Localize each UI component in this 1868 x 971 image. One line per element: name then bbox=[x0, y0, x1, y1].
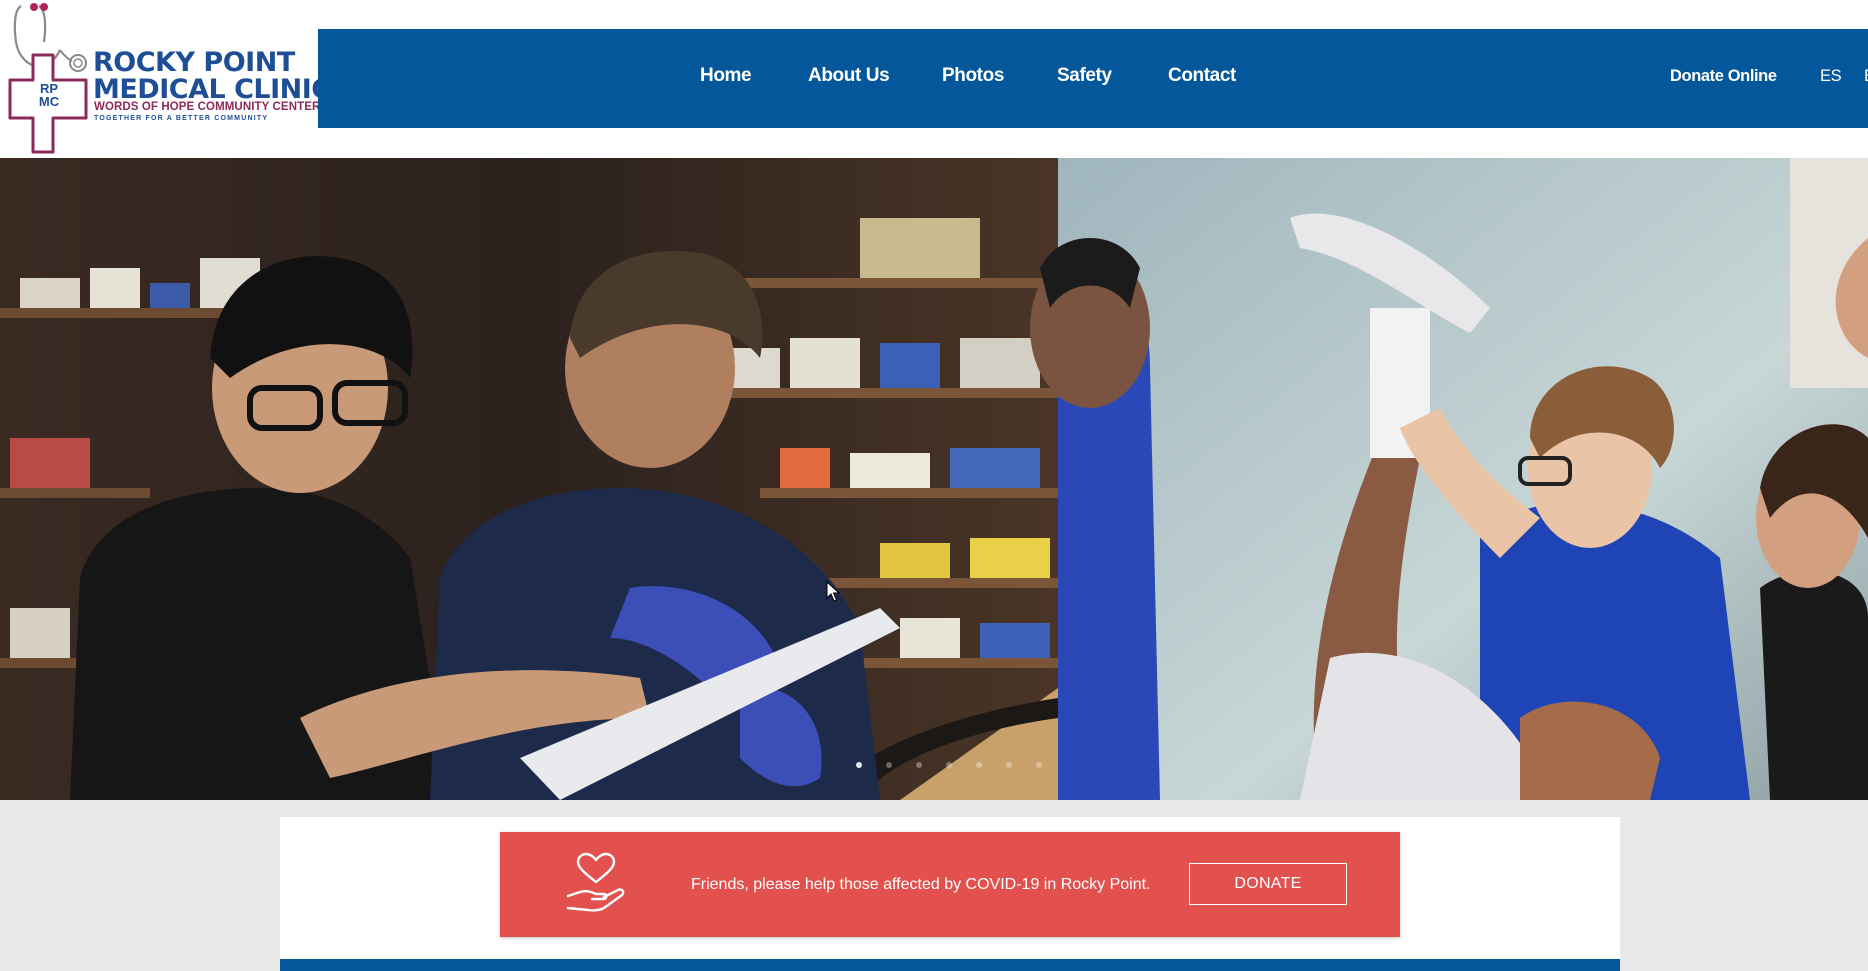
hero-photos bbox=[0, 158, 1868, 800]
logo-title-line1: ROCKY POINT bbox=[93, 47, 295, 78]
logo-monogram: RP MC bbox=[26, 82, 72, 108]
slider-dot-5[interactable] bbox=[976, 762, 982, 768]
main-navigation: Home About Us Photos Safety Contact Dona… bbox=[318, 29, 1868, 128]
slider-dot-4[interactable] bbox=[946, 762, 952, 768]
donate-banner-message: Friends, please help those affected by C… bbox=[691, 876, 1151, 893]
slider-dot-3[interactable] bbox=[916, 762, 922, 768]
donate-online-link[interactable]: Donate Online bbox=[1670, 29, 1777, 128]
slider-dot-6[interactable] bbox=[1006, 762, 1012, 768]
stethoscope-cross-icon bbox=[8, 3, 88, 154]
page: RP MC ROCKY POINT MEDICAL CLINIC WORDS O… bbox=[0, 0, 1868, 971]
logo-tagline: TOGETHER FOR A BETTER COMMUNITY bbox=[94, 115, 269, 122]
covid-donate-banner: Friends, please help those affected by C… bbox=[500, 832, 1400, 937]
site-logo[interactable]: RP MC ROCKY POINT MEDICAL CLINIC WORDS O… bbox=[0, 0, 331, 157]
slider-dot-7[interactable] bbox=[1036, 762, 1042, 768]
nav-item-photos[interactable]: Photos bbox=[942, 29, 1004, 128]
hero-slider[interactable] bbox=[0, 158, 1868, 800]
nav-item-about-us[interactable]: About Us bbox=[808, 29, 890, 128]
logo-monogram-bottom: MC bbox=[38, 94, 60, 109]
logo-subtitle: WORDS OF HOPE COMMUNITY CENTER bbox=[94, 101, 321, 113]
pharmacy-photo bbox=[0, 158, 1058, 800]
mouse-pointer-icon bbox=[826, 581, 840, 602]
slider-dot-1[interactable] bbox=[856, 762, 862, 768]
logo-title: ROCKY POINT MEDICAL CLINIC bbox=[93, 49, 331, 103]
nav-item-home[interactable]: Home bbox=[700, 29, 752, 128]
nav-item-safety[interactable]: Safety bbox=[1057, 29, 1112, 128]
language-es-link[interactable]: ES bbox=[1820, 29, 1842, 128]
language-next-link[interactable]: E bbox=[1864, 29, 1868, 128]
slider-dot-2[interactable] bbox=[886, 762, 892, 768]
therapy-photo bbox=[1030, 158, 1868, 800]
logo-title-line2: MEDICAL CLINIC bbox=[93, 74, 331, 105]
content-card-footer-strip bbox=[280, 959, 1620, 971]
donate-button[interactable]: DONATE bbox=[1189, 863, 1347, 905]
nav-item-contact[interactable]: Contact bbox=[1168, 29, 1236, 128]
heart-in-hand-icon bbox=[566, 852, 625, 912]
